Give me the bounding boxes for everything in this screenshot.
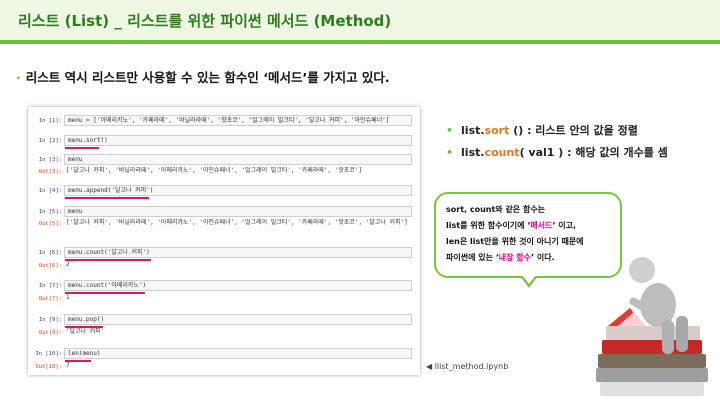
code-cell[interactable]: len(menu) — [64, 348, 412, 359]
output-prompt: Out[6]: — [38, 263, 62, 269]
slide-title: 리스트 (List) _ 리스트를 위한 파이썬 메서드 (Method) — [18, 12, 392, 30]
output-prompt: Out[3]: — [38, 169, 62, 175]
method-item-count: • list.count( val1 ) : 해당 값의 개수를 셈 — [446, 146, 668, 159]
cell-output: 2 — [66, 261, 70, 268]
notebook-file-label: ◀ llist_method.ipynb — [426, 362, 509, 371]
output-prompt: Out[5]: — [38, 221, 62, 227]
method-summary-list: • list.sort () : 리스트 안의 값을 정렬 • list.count… — [446, 122, 668, 166]
cell-output: ['달고나 커피', '바닐라라떼', '아메리카노', '아인슈페너', '얼… — [66, 219, 408, 226]
method-name: count — [484, 146, 520, 159]
cell-prompt: In [2]: — [38, 138, 62, 144]
bullet-dot-icon: · — [16, 70, 21, 85]
cell-prompt: In [3]: — [38, 157, 62, 163]
code-cell[interactable]: menu.count('아메리카노') — [64, 280, 412, 291]
code-cell[interactable]: menu — [64, 154, 412, 165]
bullet-dot-icon: • — [446, 124, 454, 137]
code-cell[interactable]: menu = ['아메리카노', '카페라떼', '바닐라라떼', '핫초코',… — [64, 115, 412, 126]
bullet-dot-icon: • — [446, 146, 454, 159]
highlight-underline — [65, 147, 99, 149]
cell-prompt: In [6]: — [38, 250, 62, 256]
cell-output: 1 — [66, 294, 70, 301]
cell-prompt: In [1]: — [38, 118, 62, 124]
code-cell[interactable]: menu.sort() — [64, 135, 412, 146]
cell-prompt: In [10]: — [35, 351, 63, 357]
main-bullet-text: 리스트 역시 리스트만 사용할 수 있는 함수인 ‘메서드’를 가지고 있다. — [25, 70, 390, 85]
cell-prompt: In [4]: — [38, 188, 62, 194]
output-prompt: Out[10]: — [35, 364, 63, 370]
cell-output: 7 — [66, 362, 70, 369]
code-cell[interactable]: menu.count('달고나 커피') — [64, 247, 412, 258]
code-cell[interactable]: menu — [64, 206, 412, 217]
output-prompt: Out[9]: — [38, 330, 62, 336]
highlight-underline — [65, 197, 149, 199]
title-divider — [0, 40, 720, 44]
output-prompt: Out[7]: — [38, 296, 62, 302]
cell-output: ['달고나 커피', '바닐라라떼', '아메리카노', '아인슈페너', '얼… — [66, 167, 363, 174]
jupyter-notebook-screenshot: In [1]: menu = ['아메리카노', '카페라떼', '바닐라라떼'… — [28, 107, 420, 375]
code-cell[interactable]: menu.append('달고나 커피') — [64, 185, 412, 196]
cell-prompt: In [7]: — [38, 283, 62, 289]
cell-output: '달고나 커피' — [66, 328, 105, 335]
code-cell[interactable]: menu.pop() — [64, 314, 412, 325]
cell-prompt: In [5]: — [38, 209, 62, 215]
cell-prompt: In [9]: — [38, 317, 62, 323]
main-bullet: · 리스트 역시 리스트만 사용할 수 있는 함수인 ‘메서드’를 가지고 있다. — [16, 67, 390, 86]
method-item-sort: • list.sort () : 리스트 안의 값을 정렬 — [446, 124, 638, 137]
method-name: sort — [484, 124, 510, 137]
person-reading-books-illustration — [596, 257, 708, 396]
